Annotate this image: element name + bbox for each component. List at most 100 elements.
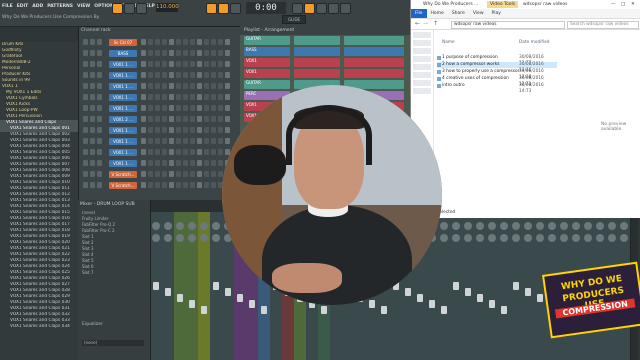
channel-pad[interactable]	[97, 127, 102, 133]
step-button[interactable]	[141, 138, 146, 144]
step-button[interactable]	[197, 72, 202, 78]
pan-knob[interactable]	[176, 222, 184, 230]
channel-button[interactable]: VOX1 1 ...	[109, 94, 137, 101]
channel-pad[interactable]	[97, 83, 102, 89]
mixer-fader[interactable]	[177, 294, 183, 302]
fx-slot[interactable]: Slot 6	[82, 264, 132, 269]
channel-pad[interactable]	[97, 160, 102, 166]
step-button[interactable]	[183, 39, 188, 45]
step-button[interactable]	[155, 83, 160, 89]
mixer-fader[interactable]	[477, 294, 483, 302]
step-button[interactable]	[211, 127, 216, 133]
pan-knob[interactable]	[512, 222, 520, 230]
minimize-icon[interactable]: —	[611, 0, 616, 9]
mixer-fader[interactable]	[465, 288, 471, 296]
pan-knob[interactable]	[152, 222, 160, 230]
menu-item-edit[interactable]: EDIT	[17, 4, 29, 9]
step-button[interactable]	[211, 61, 216, 67]
pan-knob[interactable]	[524, 222, 532, 230]
step-button[interactable]	[190, 83, 195, 89]
channel-pad[interactable]	[83, 182, 88, 188]
channel-pad[interactable]	[90, 149, 95, 155]
channel-pad[interactable]	[90, 138, 95, 144]
pan-knob[interactable]	[212, 222, 220, 230]
step-button[interactable]	[176, 138, 181, 144]
mixer-fader[interactable]	[165, 288, 171, 296]
step-button[interactable]	[176, 61, 181, 67]
channel-pad[interactable]	[90, 39, 95, 45]
playlist-clip[interactable]: VOX1	[244, 69, 290, 78]
step-button[interactable]	[204, 127, 209, 133]
channel-pad[interactable]	[90, 61, 95, 67]
back-arrow-icon[interactable]: ←	[415, 20, 420, 27]
step-button[interactable]	[211, 72, 216, 78]
volume-knob[interactable]	[464, 234, 472, 242]
step-button[interactable]	[148, 171, 153, 177]
pan-knob[interactable]	[200, 222, 208, 230]
channel-button[interactable]: VOX1 1 ...	[109, 105, 137, 112]
step-button[interactable]	[183, 171, 188, 177]
step-button[interactable]	[148, 94, 153, 100]
channel-pad[interactable]	[83, 61, 88, 67]
channel-pad[interactable]	[90, 83, 95, 89]
step-button[interactable]	[148, 105, 153, 111]
volume-knob[interactable]	[188, 234, 196, 242]
file-row[interactable]: 1 purpose of compression30/08/2016 12:77	[437, 55, 557, 66]
step-button[interactable]	[169, 127, 174, 133]
step-button[interactable]	[211, 182, 216, 188]
pan-knob[interactable]	[488, 222, 496, 230]
fx-slot[interactable]: Slot 7	[82, 270, 132, 275]
step-button[interactable]	[190, 149, 195, 155]
mixer-fader[interactable]	[441, 306, 447, 314]
mixer-fader[interactable]	[321, 306, 327, 314]
step-button[interactable]	[190, 105, 195, 111]
mixer-button[interactable]	[316, 3, 327, 14]
channel-pad[interactable]	[97, 105, 102, 111]
step-button[interactable]	[218, 50, 223, 56]
nav-item[interactable]	[413, 56, 431, 62]
fx-slot[interactable]: (none)	[82, 210, 132, 215]
volume-knob[interactable]	[524, 234, 532, 242]
step-button[interactable]	[183, 138, 188, 144]
volume-knob[interactable]	[152, 234, 160, 242]
step-button[interactable]	[190, 39, 195, 45]
glide-button[interactable]: GLIDE	[282, 15, 306, 24]
channel-pad[interactable]	[97, 182, 102, 188]
step-button[interactable]	[169, 50, 174, 56]
step-button[interactable]	[197, 39, 202, 45]
step-button[interactable]	[141, 94, 146, 100]
playlist-clip[interactable]	[344, 69, 404, 78]
channel-pad[interactable]	[97, 50, 102, 56]
channel-pad[interactable]	[97, 39, 102, 45]
nav-item[interactable]	[413, 40, 431, 46]
browser-button[interactable]	[304, 3, 315, 14]
volume-knob[interactable]	[512, 234, 520, 242]
pan-knob[interactable]	[452, 222, 460, 230]
step-button[interactable]	[162, 105, 167, 111]
step-button[interactable]	[141, 50, 146, 56]
step-button[interactable]	[169, 171, 174, 177]
channel-pad[interactable]	[83, 160, 88, 166]
step-button[interactable]	[197, 149, 202, 155]
ribbon-tab-share[interactable]: Share	[452, 9, 465, 18]
channel-pad[interactable]	[90, 171, 95, 177]
search-input[interactable]: Search wdsopsr raw videos	[567, 21, 639, 29]
pan-knob[interactable]	[572, 222, 580, 230]
step-button[interactable]	[211, 50, 216, 56]
nav-item[interactable]	[413, 72, 431, 78]
step-button[interactable]	[162, 127, 167, 133]
volume-knob[interactable]	[620, 234, 628, 242]
ribbon-tab-view[interactable]: View	[473, 9, 484, 18]
step-button[interactable]	[162, 182, 167, 188]
channel-button[interactable]: VOX1 1 ...	[109, 83, 137, 90]
volume-knob[interactable]	[572, 234, 580, 242]
step-button[interactable]	[176, 182, 181, 188]
step-button[interactable]	[162, 160, 167, 166]
step-button[interactable]	[176, 149, 181, 155]
mixer-fader[interactable]	[381, 306, 387, 314]
step-button[interactable]	[148, 61, 153, 67]
step-button[interactable]	[141, 61, 146, 67]
step-button[interactable]	[162, 138, 167, 144]
step-button[interactable]	[211, 94, 216, 100]
nav-item[interactable]	[413, 64, 431, 70]
